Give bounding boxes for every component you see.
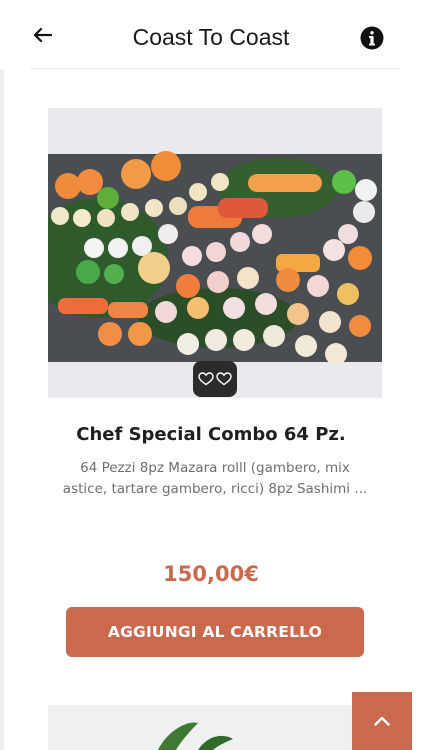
product-image[interactable] xyxy=(48,108,382,398)
next-product-image[interactable] xyxy=(48,705,382,750)
sushi-platter-image xyxy=(48,108,382,398)
info-circle-icon xyxy=(360,26,384,50)
page-edge xyxy=(0,70,4,750)
scroll-to-top-button[interactable] xyxy=(352,692,412,750)
info-button[interactable] xyxy=(359,25,385,51)
heart-outline-icon xyxy=(198,372,232,386)
product-name: Chef Special Combo 64 Pz. xyxy=(76,424,346,445)
header-divider xyxy=(30,68,400,69)
product-description: 64 Pezzi 8pz Mazara rolll (gambero, mix … xyxy=(62,460,368,497)
chevron-up-icon xyxy=(374,716,390,726)
add-to-cart-button[interactable]: AGGIUNGI AL CARRELLO xyxy=(66,607,364,657)
favorite-button[interactable] xyxy=(193,361,237,397)
product-price: 150,00€ xyxy=(163,562,259,586)
next-product-thumbnail xyxy=(48,705,382,750)
top-bar: Coast To Coast xyxy=(0,0,422,70)
